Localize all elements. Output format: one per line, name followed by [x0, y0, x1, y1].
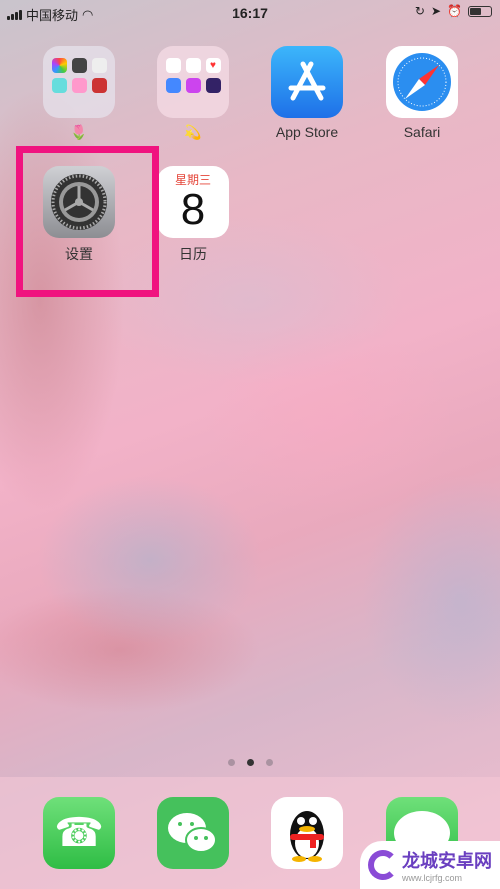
folder-label: 💫 [184, 124, 202, 140]
watermark-logo: 龙城安卓网 www.lcjrfg.com [360, 841, 500, 889]
orientation-lock-icon: ↻ [414, 4, 425, 18]
page-indicator[interactable] [0, 759, 500, 766]
folder-2[interactable]: ♥ 💫 [157, 46, 229, 141]
status-bar: 中国移动 ◠ 16:17 ↻ ➤ ⏰ [0, 0, 500, 26]
app-wechat[interactable] [157, 797, 229, 869]
app-label: App Store [275, 124, 339, 140]
safari-icon [386, 46, 458, 118]
calendar-icon: 星期三 8 [157, 166, 229, 238]
watermark-name: 龙城安卓网 [402, 851, 492, 871]
app-qq[interactable] [271, 797, 343, 869]
qq-icon [271, 797, 343, 869]
folder-1[interactable]: 🌷 [43, 46, 115, 141]
folder-icon [43, 46, 115, 118]
phone-icon: ☎ [43, 797, 115, 869]
watermark-url: www.lcjrfg.com [402, 873, 463, 883]
alarm-icon: ⏰ [447, 4, 462, 18]
location-icon: ➤ [430, 4, 442, 18]
highlight-box [16, 146, 159, 297]
watermark-dragon-icon [368, 850, 398, 880]
battery-icon [468, 5, 492, 17]
app-safari[interactable]: Safari [386, 46, 458, 140]
app-app-store[interactable]: App Store [271, 46, 343, 140]
folder-icon: ♥ [157, 46, 229, 118]
wechat-icon [157, 797, 229, 869]
calendar-day: 8 [180, 185, 206, 234]
page-dot-active[interactable] [246, 759, 254, 766]
page-dot[interactable] [265, 759, 273, 766]
page-dot[interactable] [227, 759, 235, 766]
app-calendar[interactable]: 星期三 8 日历 [157, 166, 229, 264]
folder-label: 🌷 [70, 124, 88, 140]
app-store-icon [271, 46, 343, 118]
app-label: Safari [403, 124, 441, 140]
app-phone[interactable]: ☎ [43, 797, 115, 869]
